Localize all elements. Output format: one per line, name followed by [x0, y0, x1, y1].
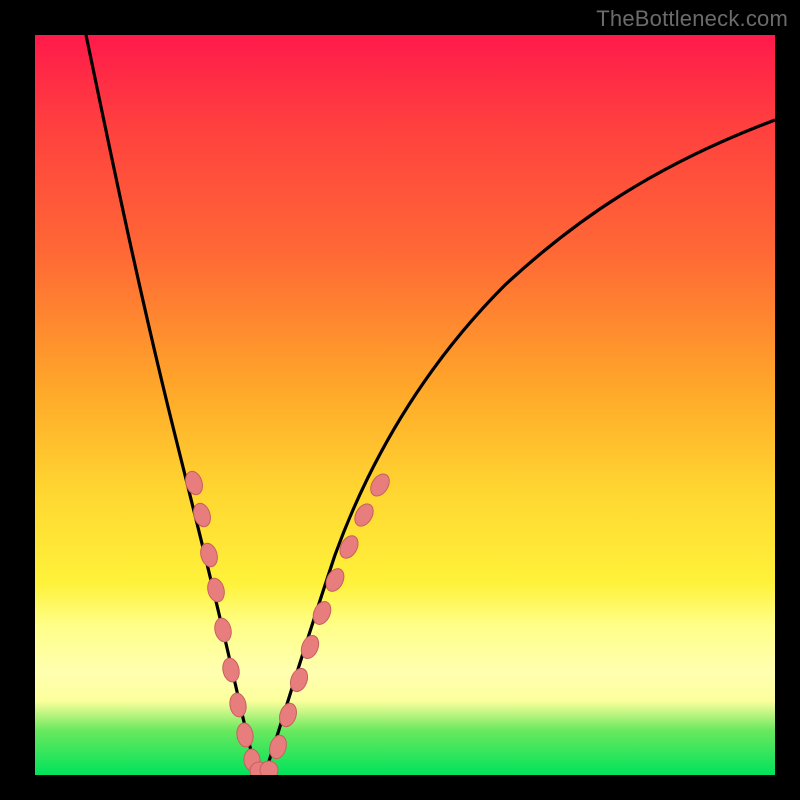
marker-dot [260, 761, 278, 775]
chart-frame: TheBottleneck.com [0, 0, 800, 800]
marker-dot [205, 576, 227, 603]
marker-dot [235, 722, 254, 748]
marker-dot [213, 617, 234, 644]
marker-dot [323, 566, 348, 595]
marker-dot [221, 657, 242, 684]
plot-area [35, 35, 775, 775]
marker-layer [183, 469, 393, 775]
bottleneck-curve-svg [35, 35, 775, 775]
bottleneck-curve [86, 35, 775, 773]
marker-dot [228, 692, 248, 718]
curve-layer [86, 35, 775, 773]
attribution-text: TheBottleneck.com [596, 6, 788, 32]
